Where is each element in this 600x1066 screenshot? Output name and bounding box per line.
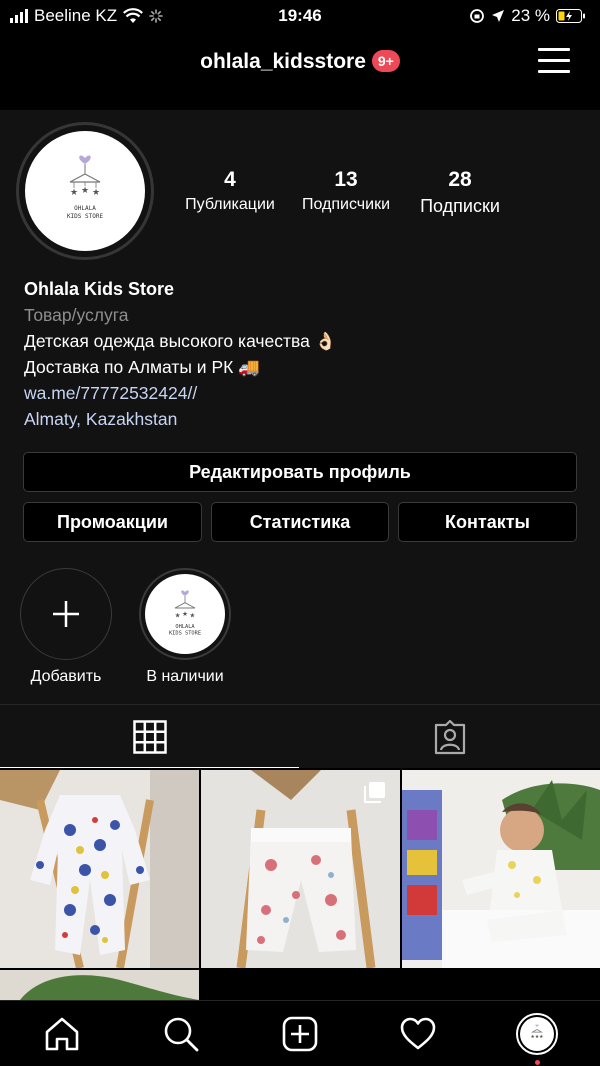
bio-line-1: Детская одежда высокого качества 👌🏻 xyxy=(24,331,337,351)
svg-text:★: ★ xyxy=(175,611,181,619)
romper-photo xyxy=(0,770,199,968)
profile-display-name: Ohlala Kids Store xyxy=(24,279,175,299)
avatar: ★★★ xyxy=(516,1013,558,1055)
stat-posts[interactable]: 4 Публикации xyxy=(174,168,286,217)
notification-badge[interactable]: 9+ xyxy=(371,50,400,72)
add-post-icon xyxy=(282,1016,318,1052)
stat-following-label: Подписки xyxy=(420,196,500,216)
svg-text:OHLALA: OHLALA xyxy=(74,205,96,212)
nav-activity[interactable] xyxy=(399,1015,437,1053)
nav-new-post[interactable] xyxy=(281,1015,319,1053)
edit-profile-button[interactable]: Редактировать профиль xyxy=(23,452,577,492)
svg-text:★★★: ★★★ xyxy=(531,1034,544,1040)
stat-followers[interactable]: 13 Подписчики xyxy=(286,168,406,217)
home-icon xyxy=(45,1017,79,1051)
baby-photo xyxy=(402,770,600,968)
nav-home[interactable] xyxy=(43,1015,81,1053)
battery-percent: 23 % xyxy=(511,6,550,25)
store-logo: ★ ★ ★ OHLALA KIDS STORE xyxy=(67,155,104,220)
post-thumbnail[interactable] xyxy=(201,770,400,968)
tab-grid[interactable] xyxy=(0,705,299,769)
store-logo-mini: ★★★ xyxy=(531,1024,544,1040)
bottom-navigation: ★★★ xyxy=(0,1000,600,1066)
grid-icon xyxy=(132,720,167,754)
tagged-person-icon xyxy=(434,719,466,755)
profile-section: ★ ★ ★ OHLALA KIDS STORE 4 Публикации 13 … xyxy=(0,110,600,710)
nav-profile[interactable]: ★★★ xyxy=(516,1013,558,1065)
profile-avatar[interactable]: ★ ★ ★ OHLALA KIDS STORE xyxy=(16,122,154,260)
highlight-add[interactable]: Добавить xyxy=(11,568,121,686)
stat-posts-label: Публикации xyxy=(185,196,275,213)
stat-following-count: 28 xyxy=(448,168,472,191)
highlight-in-stock[interactable]: ★ ★ ★ OHLALA KIDS STORE В наличии xyxy=(130,568,240,686)
svg-text:KIDS STORE: KIDS STORE xyxy=(169,631,201,637)
stat-posts-count: 4 xyxy=(224,168,236,191)
post-thumbnail[interactable] xyxy=(402,770,600,968)
heart-icon xyxy=(400,1017,436,1050)
notification-dot xyxy=(535,1060,540,1065)
profile-stats: 4 Публикации 13 Подписчики 28 Подписки xyxy=(174,168,514,217)
stat-followers-label: Подписчики xyxy=(301,196,390,213)
post-thumbnail[interactable] xyxy=(0,970,199,1000)
svg-text:★: ★ xyxy=(189,611,195,619)
profile-link[interactable]: wa.me/77772532424// xyxy=(24,380,337,406)
svg-text:OHLALA: OHLALA xyxy=(175,624,195,630)
svg-text:★: ★ xyxy=(182,610,188,618)
profile-bio: Ohlala Kids Store Товар/услуга Детская о… xyxy=(24,276,337,432)
post-thumbnail[interactable] xyxy=(0,770,199,968)
nav-search[interactable] xyxy=(162,1015,200,1053)
location-arrow-icon xyxy=(492,10,505,22)
stat-followers-count: 13 xyxy=(334,168,358,191)
content-tabs xyxy=(0,704,600,768)
profile-location[interactable]: Almaty, Kazakhstan xyxy=(24,406,337,432)
profile-username[interactable]: ohlala_kidsstore xyxy=(200,50,366,73)
bio-line-2: Доставка по Алматы и РК 🚚 xyxy=(24,357,260,377)
plant-photo xyxy=(0,970,199,1000)
contacts-button[interactable]: Контакты xyxy=(398,502,577,542)
store-logo-icon: ★ ★ ★ OHLALA KIDS STORE xyxy=(169,590,201,637)
active-tab-indicator xyxy=(0,767,299,768)
battery-icon xyxy=(556,9,585,23)
svg-text:★: ★ xyxy=(81,186,89,196)
svg-text:KIDS STORE: KIDS STORE xyxy=(67,213,104,220)
highlight-in-stock-label: В наличии xyxy=(146,668,224,685)
profile-category: Товар/услуга xyxy=(24,305,129,325)
screen-rotation-lock-icon xyxy=(470,9,485,23)
stat-following[interactable]: 28 Подписки xyxy=(406,168,514,217)
hamburger-menu-icon[interactable] xyxy=(538,48,570,73)
profile-header: ohlala_kidsstore 9+ xyxy=(0,32,600,90)
plus-icon xyxy=(53,601,79,627)
tab-tagged[interactable] xyxy=(300,705,600,769)
pants-photo xyxy=(201,770,400,968)
svg-text:★: ★ xyxy=(70,188,78,198)
promotions-button[interactable]: Промоакции xyxy=(23,502,202,542)
highlight-add-label: Добавить xyxy=(30,668,102,685)
status-bar: Beeline KZ 19:46 23 % xyxy=(0,0,600,32)
svg-text:★: ★ xyxy=(92,188,100,198)
statistics-button[interactable]: Статистика xyxy=(211,502,389,542)
search-icon xyxy=(164,1017,199,1052)
